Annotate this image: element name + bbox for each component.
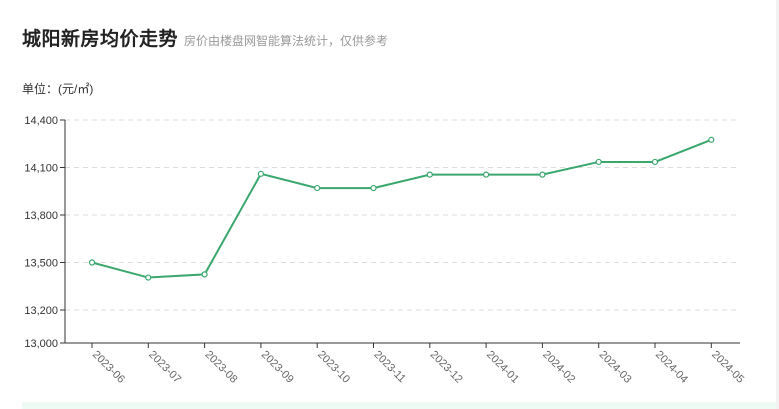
y-tick-label: 14,400 — [24, 115, 58, 127]
x-tick-label: 2024-01 — [484, 349, 521, 386]
bottom-panel-edge — [22, 402, 779, 409]
x-tick-label: 2023-12 — [428, 349, 465, 386]
y-tick-label: 13,200 — [24, 305, 58, 317]
data-point — [651, 158, 659, 166]
x-tick-label: 2023-08 — [202, 349, 239, 386]
series-line — [91, 138, 712, 279]
data-point — [145, 274, 152, 281]
data-point — [314, 184, 321, 192]
x-tick-label: 2023-11 — [371, 349, 407, 385]
x-tick-label: 2024-02 — [540, 349, 577, 386]
x-tick-label: 2023-10 — [315, 349, 352, 386]
x-tick-label: 2024-05 — [709, 349, 746, 386]
data-point — [201, 271, 208, 278]
data-point — [708, 136, 715, 143]
y-tick-label: 13,800 — [24, 210, 58, 222]
data-point — [370, 184, 377, 192]
data-point — [539, 171, 546, 178]
data-point — [88, 259, 96, 266]
data-point — [595, 158, 602, 166]
y-tick-label: 13,500 — [24, 258, 58, 270]
data-point — [257, 170, 264, 177]
x-tick-label: 2024-04 — [653, 349, 690, 386]
x-tick-label: 2023-07 — [146, 349, 183, 386]
x-tick-label: 2023-06 — [90, 349, 127, 386]
y-tick-label: 13,000 — [24, 338, 58, 350]
data-point — [483, 171, 490, 178]
x-tick-label: 2024-03 — [597, 349, 634, 386]
x-tick-label: 2023-09 — [259, 349, 296, 386]
y-tick-label: 14,100 — [24, 163, 58, 175]
price-trend-chart: 13,000 13,200 13,500 13,800 14,100 14,400 2023… — [24, 115, 746, 386]
data-point — [426, 171, 433, 178]
